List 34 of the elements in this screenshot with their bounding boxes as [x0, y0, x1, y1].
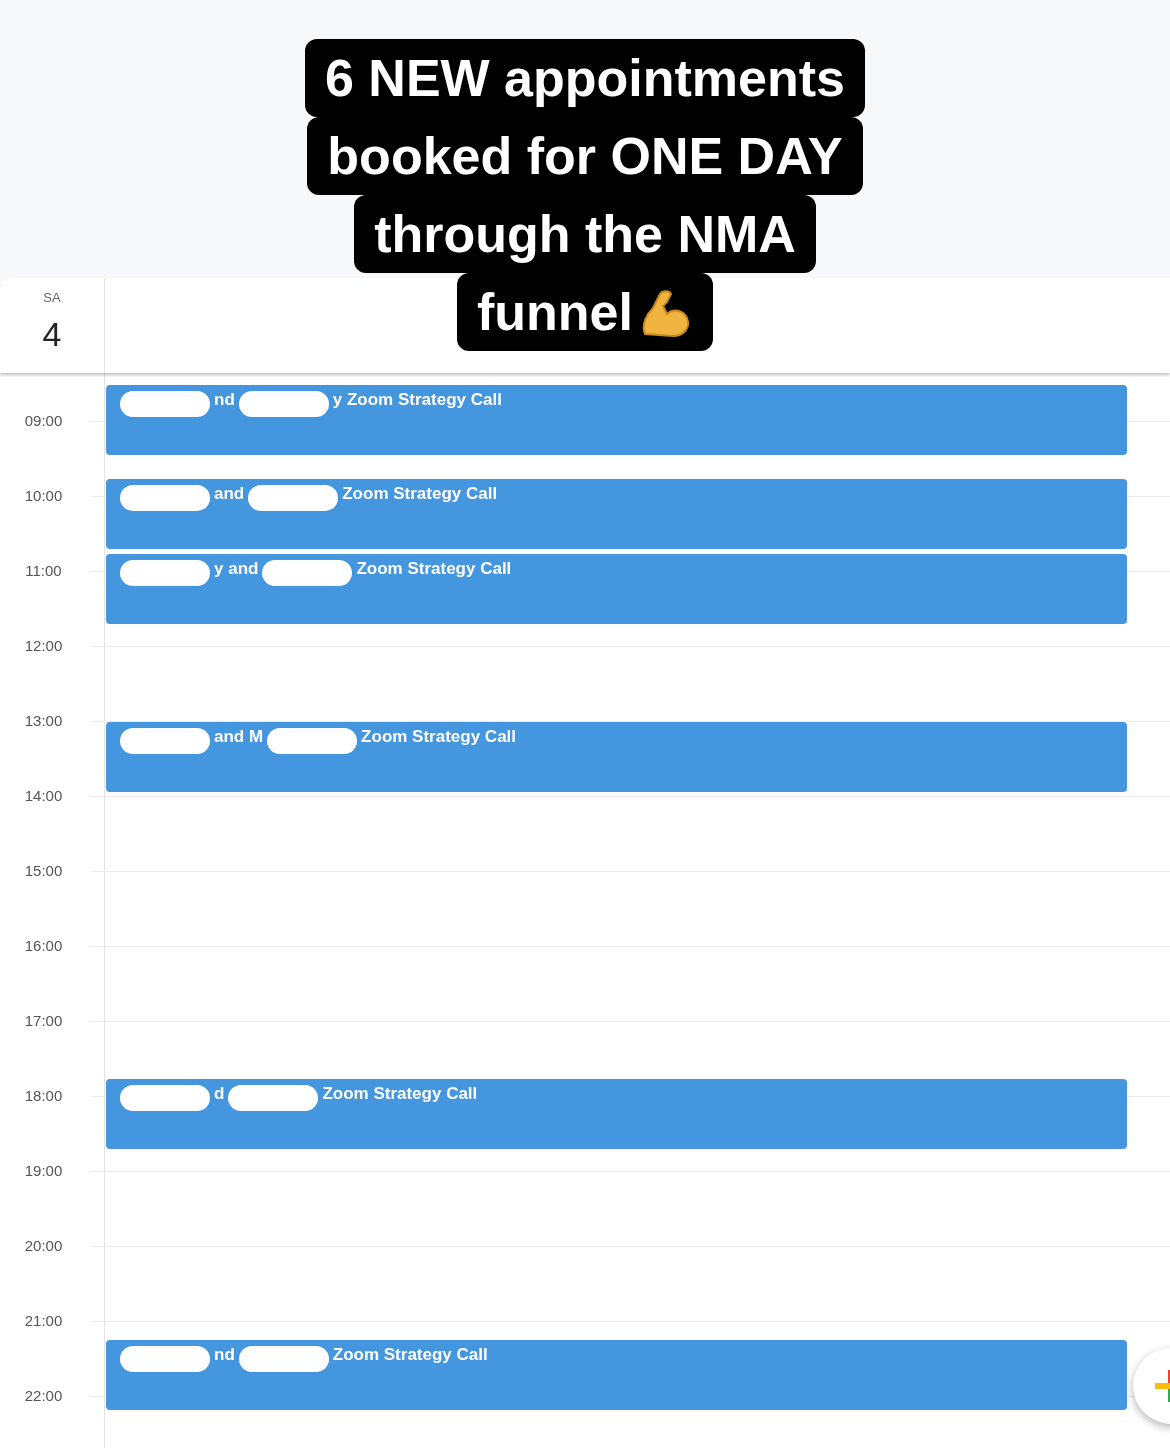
hour-label: 09:00	[24, 412, 63, 429]
hour-label: 19:00	[24, 1162, 63, 1179]
calendar-event[interactable]: nd y Zoom Strategy Call	[106, 385, 1127, 455]
event-title: and M	[214, 726, 264, 748]
event-title: Zoom Strategy Call	[361, 726, 517, 748]
hour-label: 12:00	[24, 637, 63, 654]
hour-label: 18:00	[24, 1087, 63, 1104]
date-number[interactable]: 4	[42, 315, 62, 354]
hour-label: 22:00	[24, 1387, 63, 1404]
hour-label: 16:00	[24, 937, 63, 954]
hour-label: 11:00	[25, 562, 62, 579]
hour-label: 20:00	[24, 1237, 63, 1254]
event-title: Zoom Strategy Call	[342, 483, 498, 505]
event-title: and	[214, 483, 245, 505]
hour-label: 21:00	[24, 1312, 63, 1329]
hour-label: 17:00	[24, 1012, 63, 1029]
event-title: Zoom Strategy Call	[356, 558, 512, 580]
event-title: Zoom Strategy Call	[332, 1344, 488, 1366]
calendar-event[interactable]: and Zoom Strategy Call	[106, 479, 1127, 549]
calendar-event[interactable]: nd Zoom Strategy Call	[106, 1340, 1127, 1410]
calendar-event[interactable]: d Zoom Strategy Call	[106, 1079, 1127, 1149]
event-title: y and	[214, 558, 259, 580]
event-title: y Zoom Strategy Call	[332, 389, 502, 411]
hour-label: 14:00	[24, 787, 63, 804]
hour-label: 13:00	[24, 712, 63, 729]
calendar-event[interactable]: y and Zoom Strategy Call	[106, 554, 1127, 624]
event-title: nd	[214, 1344, 235, 1366]
event-title: Zoom Strategy Call	[322, 1083, 478, 1105]
weekday-label: SA	[43, 290, 61, 305]
event-title: d	[214, 1083, 225, 1105]
hour-label: 10:00	[24, 487, 63, 504]
event-title: nd	[214, 389, 235, 411]
hour-label: 15:00	[24, 862, 63, 879]
calendar-event[interactable]: and M Zoom Strategy Call	[106, 722, 1127, 792]
